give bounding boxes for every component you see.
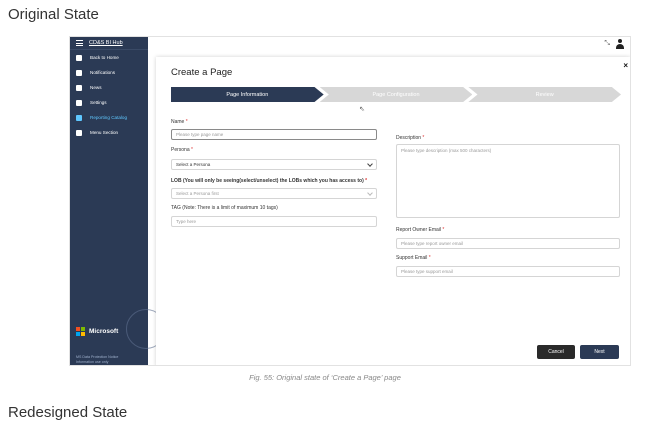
back-arrow-icon xyxy=(76,54,82,61)
description-label: Description * xyxy=(396,135,424,141)
lob-select-value: Select a Persona first xyxy=(176,191,219,196)
close-icon[interactable]: × xyxy=(623,61,628,70)
step-page-configuration[interactable]: Page Configuration xyxy=(319,87,473,102)
lob-label-text: LOB (You will only be seeing(select/unse… xyxy=(171,178,364,184)
sidebar-item-label: Notifications xyxy=(90,70,116,75)
sidebar-item-settings[interactable]: Settings xyxy=(70,95,148,110)
name-label: Name * xyxy=(171,119,188,125)
gear-icon xyxy=(76,99,82,106)
cancel-button[interactable]: Cancel xyxy=(537,345,575,359)
expand-icon[interactable]: ⤡ xyxy=(604,40,610,48)
sidebar-item-label: Menu Section xyxy=(90,130,119,135)
chevron-down-icon xyxy=(367,161,373,167)
required-mark: * xyxy=(185,119,188,125)
step-review[interactable]: Review xyxy=(468,87,622,102)
hamburger-icon[interactable] xyxy=(76,40,83,46)
sidebar-item-news[interactable]: News xyxy=(70,80,148,95)
bell-icon xyxy=(76,69,82,76)
stepper: Page Information Page Configuration Revi… xyxy=(171,87,622,102)
sidebar-item-reporting-catalog[interactable]: Reporting Catalog xyxy=(70,110,148,125)
lob-label: LOB (You will only be seeing(select/unse… xyxy=(171,178,367,184)
description-label-text: Description xyxy=(396,135,422,141)
description-textarea[interactable]: Please type description (max 500 charact… xyxy=(396,144,620,218)
app-title[interactable]: CD&S BI Hub xyxy=(89,40,123,46)
support-email-label: Support Email * xyxy=(396,255,431,261)
step-page-information[interactable]: Page Information xyxy=(171,87,324,102)
persona-select-value: Select a Persona xyxy=(176,162,211,167)
sidebar-footer: MS Data Protection Notice Information us… xyxy=(76,355,118,365)
next-button[interactable]: Next xyxy=(580,345,619,359)
menu-icon xyxy=(76,129,82,136)
app-screenshot: CD&S BI Hub Back to Home Notifications N… xyxy=(69,36,631,366)
support-email-label-text: Support Email xyxy=(396,255,428,261)
lob-select[interactable]: Select a Persona first xyxy=(171,188,377,199)
report-owner-email-input[interactable]: Please type report owner email xyxy=(396,238,620,249)
sidebar-item-label: Settings xyxy=(90,100,107,105)
required-mark: * xyxy=(191,147,193,153)
top-icons: ⤡ xyxy=(604,39,624,49)
sidebar-item-notifications[interactable]: Notifications xyxy=(70,65,148,80)
section-title-next: Redesigned State xyxy=(8,404,128,421)
name-input[interactable]: Please type page name xyxy=(171,129,377,140)
sidebar-item-menu-section[interactable]: Menu Section xyxy=(70,125,148,140)
tag-label: TAG (Note: There is a limit of maximum 1… xyxy=(171,205,278,211)
persona-label: Persona * xyxy=(171,147,193,153)
section-title: Original State xyxy=(8,6,99,23)
sidebar-item-label: Reporting Catalog xyxy=(90,115,128,120)
sidebar: CD&S BI Hub Back to Home Notifications N… xyxy=(70,37,166,365)
required-mark: * xyxy=(428,255,431,261)
microsoft-logo-icon xyxy=(76,327,85,336)
sidebar-item-back-to-home[interactable]: Back to Home xyxy=(70,50,148,65)
report-owner-label: Report Owner Email * xyxy=(396,227,444,233)
required-mark: * xyxy=(365,178,368,184)
sidebar-header[interactable]: CD&S BI Hub xyxy=(70,37,148,50)
support-email-input[interactable]: Please type support email xyxy=(396,266,620,277)
report-owner-label-text: Report Owner Email xyxy=(396,227,442,233)
figure-caption: Fig. 55: Original state of ‘Create a Pag… xyxy=(249,373,401,382)
modal-title: Create a Page xyxy=(171,67,233,78)
tag-input[interactable]: Type here xyxy=(171,216,377,227)
name-label-text: Name xyxy=(171,119,185,125)
required-mark: * xyxy=(442,227,445,233)
create-page-modal: × Create a Page Page Information Page Co… xyxy=(156,57,630,365)
footer-line: Information use only xyxy=(76,360,109,364)
brand-name: Microsoft xyxy=(89,328,119,335)
chevron-down-icon xyxy=(367,190,373,196)
required-mark: * xyxy=(422,135,425,141)
microsoft-logo: Microsoft xyxy=(76,327,118,336)
sidebar-item-label: News xyxy=(90,85,102,90)
user-icon[interactable] xyxy=(616,39,624,49)
mouse-cursor-icon: ⇖ xyxy=(359,106,365,113)
persona-label-text: Persona xyxy=(171,147,190,153)
persona-select[interactable]: Select a Persona xyxy=(171,159,377,170)
news-icon xyxy=(76,84,82,91)
sidebar-item-label: Back to Home xyxy=(90,55,119,60)
catalog-icon xyxy=(76,114,82,121)
